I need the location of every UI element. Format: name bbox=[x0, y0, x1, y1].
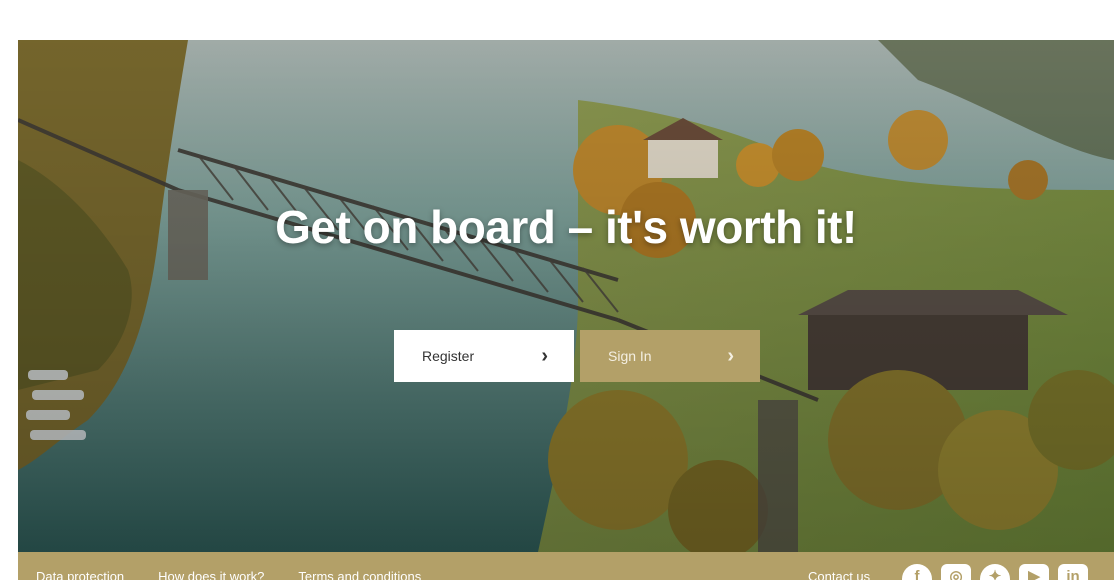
instagram-icon[interactable]: ◎ bbox=[941, 564, 971, 580]
chevron-right-icon: › bbox=[727, 345, 734, 367]
cta-group: Register › Sign In › bbox=[394, 330, 760, 382]
register-button-label: Register bbox=[422, 348, 475, 364]
hero-headline: Get on board – it's worth it! bbox=[275, 201, 857, 253]
landing-page: Get on board – it's worth it! Register ›… bbox=[0, 0, 1114, 580]
footer-links: Data protection How does it work? Terms … bbox=[36, 569, 421, 580]
twitter-icon[interactable]: ✦ bbox=[980, 564, 1010, 580]
sign-in-button-label: Sign In bbox=[608, 348, 652, 364]
youtube-icon[interactable]: ▶ bbox=[1019, 564, 1049, 580]
chevron-right-icon: › bbox=[541, 345, 548, 367]
hero-banner: Get on board – it's worth it! Register ›… bbox=[18, 40, 1114, 552]
register-button[interactable]: Register › bbox=[394, 330, 574, 382]
footer-link-how-it-works[interactable]: How does it work? bbox=[158, 569, 264, 580]
footer-link-terms[interactable]: Terms and conditions bbox=[298, 569, 421, 580]
contact-us-link[interactable]: Contact us bbox=[808, 569, 870, 580]
facebook-icon[interactable]: f bbox=[902, 564, 932, 580]
footer-bar: Data protection How does it work? Terms … bbox=[18, 552, 1114, 580]
footer-link-data-protection[interactable]: Data protection bbox=[36, 569, 124, 580]
social-icons: f ◎ ✦ ▶ in bbox=[902, 564, 1088, 580]
sign-in-button[interactable]: Sign In › bbox=[580, 330, 760, 382]
hero-background-image bbox=[18, 40, 1114, 552]
linkedin-icon[interactable]: in bbox=[1058, 564, 1088, 580]
